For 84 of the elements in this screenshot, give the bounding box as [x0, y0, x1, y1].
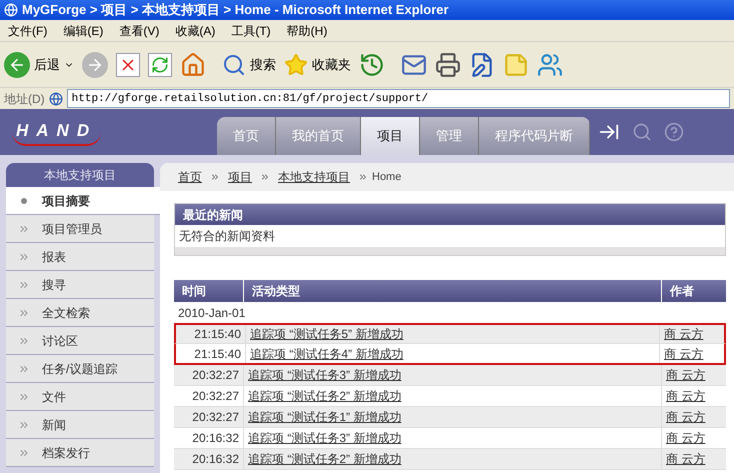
sidebar-label: 项目管理员 [42, 220, 102, 238]
breadcrumb-link[interactable]: 首页 [178, 168, 202, 186]
printer-icon[interactable] [435, 52, 461, 78]
favorites-button[interactable]: 收藏夹 [284, 52, 351, 76]
sidebar-item[interactable]: 搜寻 [6, 271, 154, 299]
users-icon[interactable] [537, 52, 563, 78]
breadcrumb-link[interactable]: 项目 [228, 168, 252, 186]
column-header: 作者 [668, 283, 695, 300]
window-title: MyGForge > 项目 > 本地支持项目 > Home - Microsoft Internet Explorer [22, 1, 449, 20]
activity-link[interactable]: 追踪项 “测试任务2” 新增成功 [244, 449, 662, 469]
author-link[interactable]: 商 云方 [660, 344, 724, 363]
refresh-icon[interactable] [148, 52, 172, 76]
menu-item[interactable]: 文件(F) [8, 22, 48, 40]
sidebar-label: 档案发行 [42, 444, 90, 462]
time-cell: 20:32:27 [174, 365, 244, 385]
menu-item[interactable]: 工具(T) [231, 22, 271, 40]
sidebar-title: 本地支持项目 [6, 163, 154, 187]
time-cell: 21:15:40 [176, 344, 246, 363]
time-cell: 21:15:40 [176, 325, 246, 343]
activity-link[interactable]: 追踪项 “测试任务3” 新增成功 [244, 428, 662, 448]
time-cell: 20:32:27 [174, 386, 244, 406]
help-icon[interactable] [664, 122, 684, 142]
news-title: 最近的新闻 [175, 204, 725, 225]
separator-icon [260, 172, 270, 182]
separator-icon [358, 172, 368, 182]
globe-icon [48, 92, 63, 106]
sidebar-item[interactable]: 讨论区 [6, 327, 154, 355]
sidebar-item[interactable]: 任务/议题追踪 [6, 355, 154, 383]
breadcrumb-current: Home [372, 170, 402, 185]
sidebar-label: 报表 [42, 248, 66, 266]
sidebar-label: 全文检索 [42, 304, 90, 322]
search-button[interactable]: 搜索 [222, 52, 276, 76]
sidebar-label: 搜寻 [42, 276, 66, 294]
time-cell: 20:16:32 [174, 449, 244, 469]
author-link[interactable]: 商 云方 [662, 407, 726, 427]
time-cell: 20:16:32 [174, 428, 244, 448]
activity-link[interactable]: 追踪项 “测试任务1” 新增成功 [244, 407, 662, 427]
sidebar-item[interactable]: 新闻 [6, 411, 154, 439]
sidebar-item[interactable]: 档案发行 [6, 439, 154, 467]
breadcrumb-link[interactable]: 本地支持项目 [278, 168, 350, 186]
sidebar-label: 任务/议题追踪 [42, 360, 118, 378]
history-icon[interactable] [359, 52, 385, 78]
column-header: 时间 [174, 280, 244, 302]
sidebar-item[interactable]: 项目管理员 [6, 215, 154, 243]
address-label: 地址(D) [4, 90, 45, 108]
browser-icon [4, 3, 18, 17]
note-icon[interactable] [503, 52, 529, 78]
menu-item[interactable]: 收藏(A) [175, 22, 216, 40]
news-body: 无符合的新闻资料 [178, 228, 276, 245]
author-link[interactable]: 商 云方 [662, 365, 726, 385]
column-header: 活动类型 [244, 280, 662, 302]
search-icon[interactable] [632, 122, 652, 142]
menu-item[interactable]: 帮助(H) [286, 22, 328, 40]
back-button[interactable]: 后退 [4, 52, 74, 78]
activity-link[interactable]: 追踪项 “测试任务4” 新增成功 [246, 344, 660, 363]
activity-link[interactable]: 追踪项 “测试任务3” 新增成功 [244, 365, 662, 385]
home-icon[interactable] [180, 52, 206, 78]
author-link[interactable]: 商 云方 [662, 428, 726, 448]
sidebar-label: 新闻 [42, 416, 66, 434]
menu-item[interactable]: 查看(V) [119, 22, 160, 40]
forward-icon[interactable] [82, 52, 108, 78]
nav-tab[interactable]: 项目 [361, 117, 420, 155]
sidebar-label: 文件 [42, 388, 66, 406]
address-field[interactable]: http://gforge.retailsolution.cn:81/gf/project/support/ [66, 89, 730, 108]
sidebar-item[interactable]: 文件 [6, 383, 154, 411]
separator-icon [210, 172, 220, 182]
sidebar-item[interactable]: 全文检索 [6, 299, 154, 327]
menu-item[interactable]: 编辑(E) [63, 22, 104, 40]
activity-link[interactable]: 追踪项 “测试任务5” 新增成功 [246, 325, 660, 343]
sidebar-item[interactable]: 报表 [6, 243, 154, 271]
bullet-icon [21, 198, 27, 204]
activity-link[interactable]: 追踪项 “测试任务2” 新增成功 [244, 386, 662, 406]
sidebar-label: 项目摘要 [42, 192, 90, 210]
author-link[interactable]: 商 云方 [660, 325, 724, 343]
search-icon [222, 52, 246, 76]
time-cell: 20:32:27 [174, 407, 244, 427]
stop-icon[interactable] [116, 52, 140, 76]
logo: HAND [12, 118, 102, 146]
author-link[interactable]: 商 云方 [662, 386, 726, 406]
sidebar-label: 讨论区 [42, 332, 78, 350]
date-cell-text: 2010-Jan-01 [177, 304, 246, 322]
sidebar-item[interactable]: 项目摘要 [6, 187, 160, 215]
star-icon [284, 52, 308, 76]
author-link[interactable]: 商 云方 [662, 449, 726, 469]
